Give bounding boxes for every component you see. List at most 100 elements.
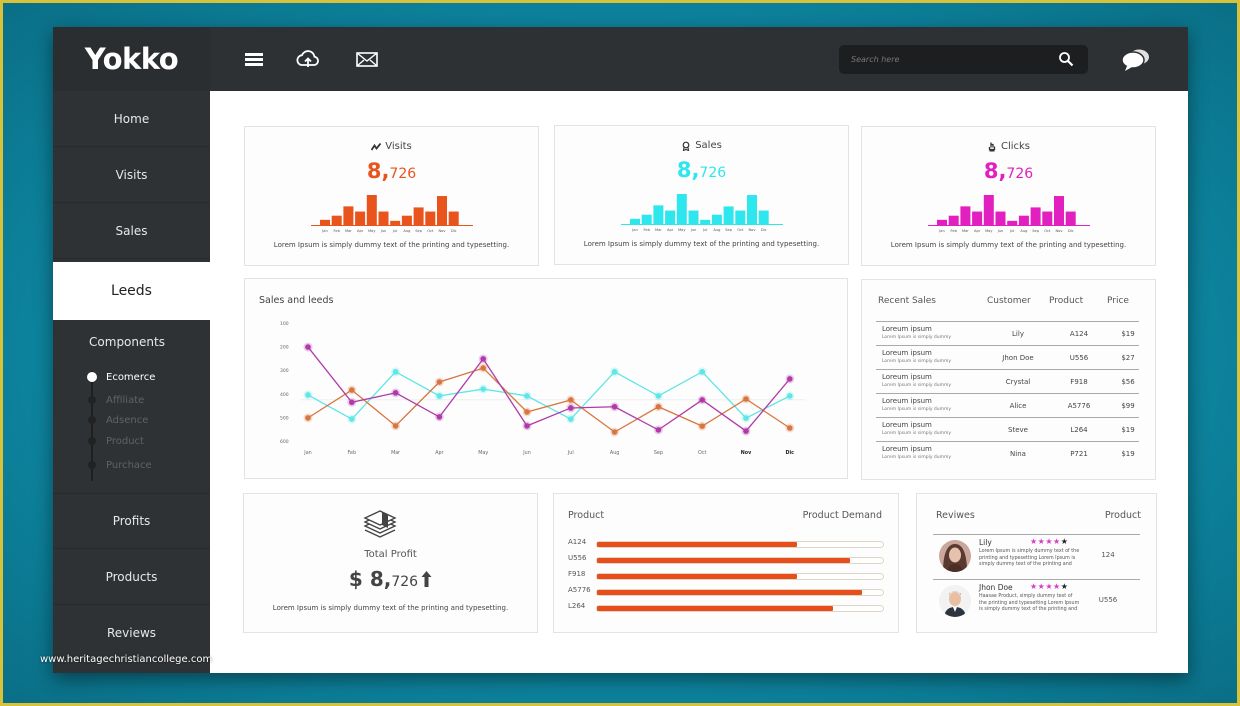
sidebar-item-leeds[interactable]: Leeds bbox=[53, 262, 210, 320]
review-row[interactable]: Lily ★★★★★ Lorem Ipsum is simply dummy tex… bbox=[933, 534, 1140, 576]
column-header-price[interactable]: Price bbox=[1107, 296, 1129, 306]
data-point-orange-apr[interactable] bbox=[436, 379, 443, 385]
demand-bar-fill bbox=[597, 590, 862, 595]
data-point-magenta-jul[interactable] bbox=[568, 405, 574, 411]
sidebar: Home Visits Sales Leeds Components Ecome… bbox=[53, 91, 210, 673]
table-row[interactable]: Loreum ipsum Lorem Ipsum is simply dummy J… bbox=[876, 345, 1139, 369]
x-tick-label: Jul bbox=[567, 450, 574, 456]
data-point-cyan-feb[interactable] bbox=[349, 416, 355, 422]
submenu-item-label: Affiliate bbox=[106, 394, 145, 406]
data-point-magenta-apr[interactable] bbox=[436, 414, 443, 420]
sidebar-item-sales[interactable]: Sales bbox=[53, 203, 210, 259]
data-point-orange-jun[interactable] bbox=[524, 409, 530, 415]
data-point-cyan-apr[interactable] bbox=[436, 393, 443, 399]
series-line-cyan bbox=[307, 371, 791, 420]
brand-logo[interactable]: Yokko bbox=[53, 27, 210, 91]
bullet-icon bbox=[87, 372, 97, 382]
row-subtitle: Lorem Ipsum is simply dummy bbox=[882, 335, 952, 340]
sidebar-section-components[interactable]: Components bbox=[53, 335, 201, 349]
column-header-customer[interactable]: Customer bbox=[987, 296, 1031, 306]
bar-label: Nov bbox=[748, 228, 756, 232]
stat-value-big: 8, bbox=[676, 158, 700, 182]
data-point-cyan-may[interactable] bbox=[480, 386, 486, 392]
bar-apr bbox=[355, 211, 366, 225]
stat-value-small: 726 bbox=[1006, 166, 1034, 182]
bar-label: Oct bbox=[427, 229, 434, 233]
sidebar-item-home[interactable]: Home bbox=[53, 91, 210, 147]
data-point-orange-dic[interactable] bbox=[787, 425, 793, 431]
data-point-cyan-oct[interactable] bbox=[699, 369, 705, 375]
table-row[interactable]: Loreum ipsum Lorem Ipsum is simply dummy N… bbox=[876, 441, 1139, 465]
data-point-cyan-sep[interactable] bbox=[655, 393, 662, 399]
table-row[interactable]: Loreum ipsum Lorem Ipsum is simply dummy L… bbox=[876, 321, 1139, 345]
data-point-orange-mar[interactable] bbox=[392, 423, 399, 429]
search-icon[interactable] bbox=[1058, 51, 1074, 67]
chat-icon[interactable] bbox=[1121, 47, 1151, 73]
data-point-magenta-mar[interactable] bbox=[392, 390, 399, 396]
data-point-orange-may[interactable] bbox=[480, 365, 486, 371]
data-point-cyan-jul[interactable] bbox=[568, 416, 574, 422]
sidebar-item-products[interactable]: Products bbox=[53, 549, 210, 605]
bar-label: Aug bbox=[403, 229, 410, 233]
data-point-orange-jul[interactable] bbox=[568, 397, 574, 403]
sidebar-item-profits[interactable]: Profits bbox=[53, 493, 210, 549]
data-point-magenta-may[interactable] bbox=[480, 356, 486, 362]
series-magenta bbox=[303, 342, 795, 436]
submenu-item-adsence[interactable]: Adsence bbox=[88, 412, 148, 428]
cell-price: $27 bbox=[1121, 354, 1135, 362]
data-point-cyan-jan[interactable] bbox=[305, 392, 311, 398]
sidebar-item-visits[interactable]: Visits bbox=[53, 147, 210, 203]
bar-label: Jan bbox=[631, 228, 638, 232]
y-tick-label: 300 bbox=[280, 368, 289, 374]
table-row[interactable]: Loreum ipsum Lorem Ipsum is simply dummy C… bbox=[876, 369, 1139, 393]
cell-price: $19 bbox=[1121, 426, 1135, 434]
data-point-orange-aug[interactable] bbox=[611, 429, 618, 435]
search-input[interactable] bbox=[851, 45, 1051, 74]
data-point-orange-sep[interactable] bbox=[655, 403, 662, 410]
data-point-cyan-aug[interactable] bbox=[611, 369, 618, 375]
visits-card-title: Visits bbox=[245, 141, 538, 152]
data-point-magenta-jan[interactable] bbox=[305, 344, 311, 350]
data-point-orange-jan[interactable] bbox=[305, 415, 311, 421]
submenu-item-affiliate[interactable]: Affiliate bbox=[88, 392, 144, 408]
review-row[interactable]: Jhon Doe ★★★★★ Haasae Product, simply dumm… bbox=[933, 579, 1140, 621]
bar-mar bbox=[960, 206, 971, 225]
row-title: Loreum ipsum bbox=[882, 349, 932, 357]
sidebar-item-reviews[interactable]: Reviews bbox=[53, 605, 210, 661]
bar-jul bbox=[700, 219, 711, 224]
sales-value: 8,726 bbox=[555, 158, 848, 182]
table-row[interactable]: Loreum ipsum Lorem Ipsum is simply dummy S… bbox=[876, 417, 1139, 441]
product-label: L264 bbox=[568, 602, 586, 610]
sales-description: Lorem Ipsum is simply dummy text of the … bbox=[583, 240, 820, 248]
data-point-cyan-jun[interactable] bbox=[524, 393, 530, 399]
data-point-magenta-jun[interactable] bbox=[524, 423, 530, 429]
bar-jun bbox=[688, 210, 699, 224]
data-point-cyan-dic[interactable] bbox=[787, 393, 793, 399]
data-point-orange-nov[interactable] bbox=[743, 396, 749, 402]
menu-icon[interactable] bbox=[242, 47, 268, 71]
submenu-item-product[interactable]: Product bbox=[88, 433, 144, 449]
data-point-magenta-aug[interactable] bbox=[611, 403, 618, 410]
data-point-magenta-feb[interactable] bbox=[349, 399, 355, 406]
data-point-orange-oct[interactable] bbox=[699, 423, 705, 429]
submenu-item-ecomerce[interactable]: Ecomerce bbox=[87, 369, 155, 385]
cloud-upload-icon[interactable] bbox=[295, 47, 321, 71]
x-tick-label: Apr bbox=[435, 450, 443, 456]
bar-apr bbox=[665, 210, 676, 224]
column-header-product[interactable]: Product bbox=[1049, 296, 1083, 306]
x-tick-label: Feb bbox=[348, 450, 357, 456]
data-point-magenta-dic[interactable] bbox=[787, 376, 793, 382]
data-point-magenta-oct[interactable] bbox=[699, 397, 705, 403]
data-point-magenta-nov[interactable] bbox=[743, 428, 749, 434]
star-icon: ★ bbox=[1060, 582, 1069, 591]
x-tick-label: Mar bbox=[391, 450, 400, 456]
demand-bar-track bbox=[596, 557, 884, 564]
data-point-cyan-nov[interactable] bbox=[743, 415, 749, 421]
data-point-orange-feb[interactable] bbox=[349, 387, 355, 393]
mail-icon[interactable] bbox=[354, 47, 380, 71]
data-point-cyan-mar[interactable] bbox=[392, 369, 399, 375]
data-point-magenta-sep[interactable] bbox=[655, 427, 662, 433]
table-row[interactable]: Loreum ipsum Lorem Ipsum is simply dummy A… bbox=[876, 393, 1139, 417]
profit-value: $ 8,726 bbox=[244, 567, 537, 591]
submenu-item-purchace[interactable]: Purchace bbox=[88, 457, 152, 473]
